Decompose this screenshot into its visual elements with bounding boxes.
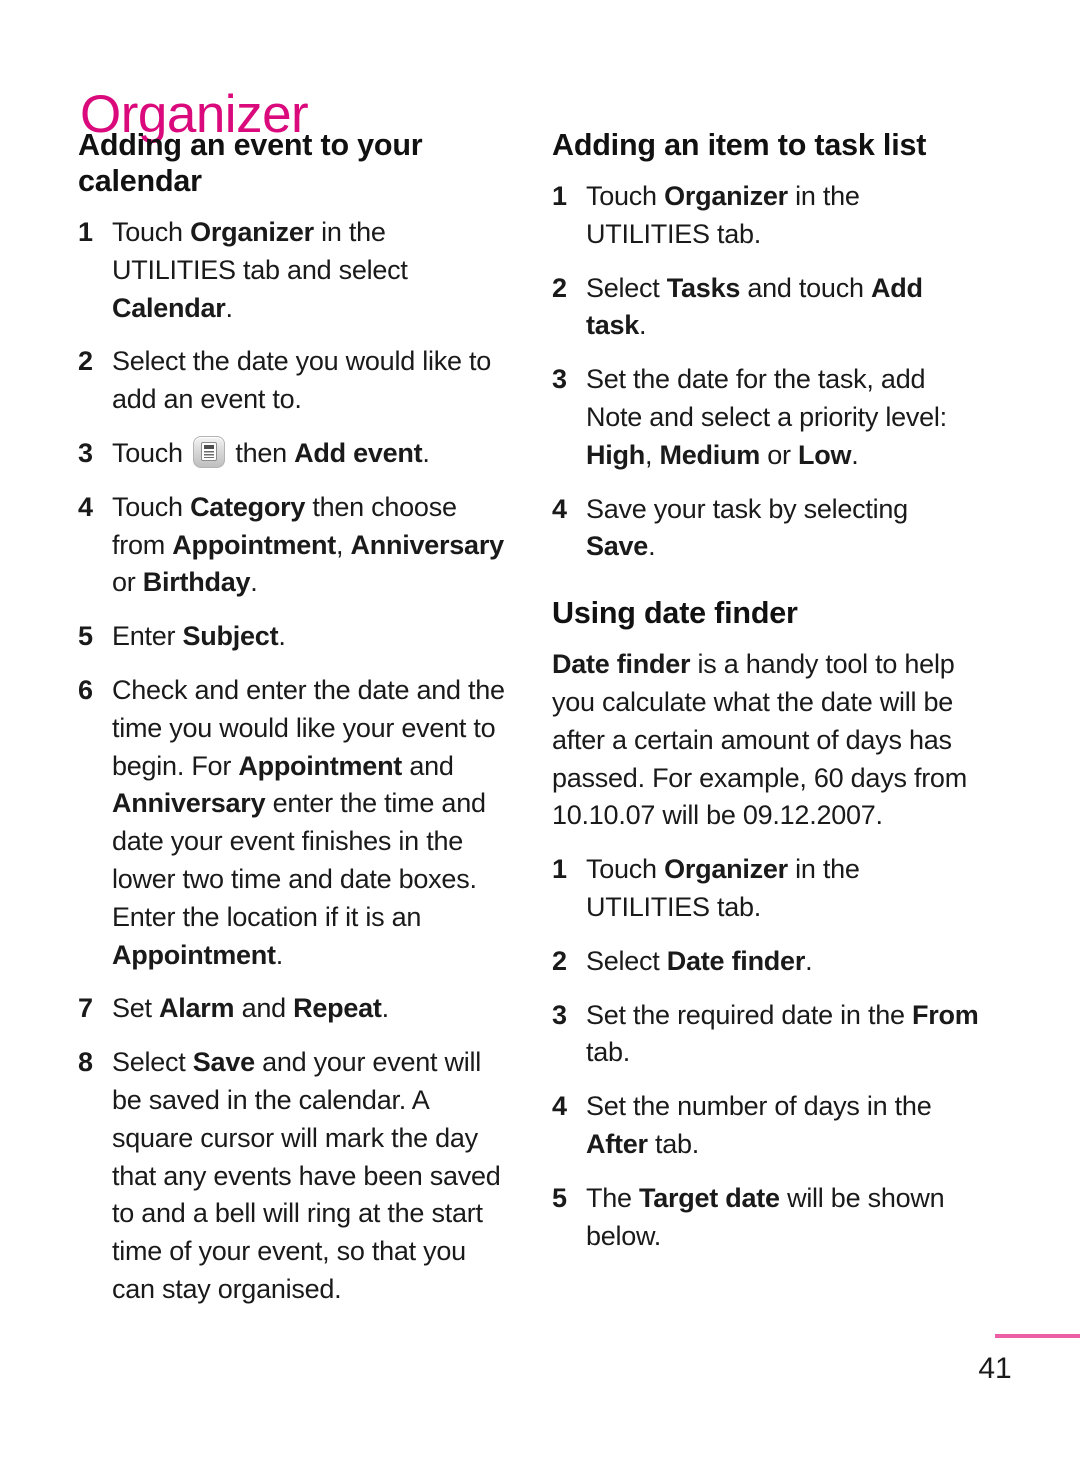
- emphasis-term: Target date: [639, 1182, 780, 1213]
- emphasis-term: Alarm: [159, 993, 235, 1024]
- list-item: 1 Touch Organizer in the UTILITIES tab an…: [78, 214, 508, 327]
- emphasis-term: Subject: [182, 621, 279, 652]
- step-text: Set the date for the task, add Note and …: [586, 364, 947, 470]
- date-finder-description: Date finder is a handy tool to help you …: [552, 649, 967, 831]
- list-item: 5 The Target date will be shown below.: [552, 1180, 982, 1256]
- emphasis-term: Add task: [586, 272, 923, 341]
- emphasis-term: Add event: [294, 437, 423, 468]
- steps-date-finder: 1 Touch Organizer in the UTILITIES tab. 2 S…: [552, 851, 982, 1255]
- step-text: Touch Organizer in the UTILITIES tab and…: [112, 216, 408, 323]
- step-number: 6: [78, 674, 93, 705]
- step-text: Touch Category then choose from Appointm…: [112, 491, 505, 598]
- left-column: Adding an event to your calendar 1 Touch …: [78, 128, 508, 1309]
- emphasis-term: Organizer: [664, 854, 788, 885]
- list-item: 1 Touch Organizer in the UTILITIES tab.: [552, 851, 982, 927]
- step-text: Select Tasks and touch Add task.: [586, 272, 923, 341]
- emphasis-term: Appointment: [172, 529, 336, 560]
- section-heading-adding-event: Adding an event to your calendar: [78, 128, 423, 198]
- list-item: 3 Touch then Add event.: [78, 435, 508, 473]
- step-number: 1: [552, 854, 567, 885]
- emphasis-term: Anniversary: [112, 788, 266, 819]
- emphasis-term: Category: [190, 491, 306, 522]
- list-item: 6 Check and enter the date and the time y…: [78, 672, 508, 974]
- step-text: Select Date finder.: [586, 945, 813, 976]
- steps-adding-task: 1 Touch Organizer in the UTILITIES tab. 2 S…: [552, 178, 982, 566]
- emphasis-term: Appointment: [238, 750, 403, 781]
- step-number: 2: [78, 346, 93, 377]
- step-number: 2: [552, 945, 567, 976]
- step-number: 5: [552, 1182, 567, 1213]
- step-number: 4: [552, 1091, 567, 1122]
- step-text: Save your task by selecting Save.: [586, 493, 908, 562]
- right-column: Adding an item to task list 1 Touch Organ…: [552, 128, 982, 1255]
- list-item: 8 Select Save and your event will be save…: [78, 1044, 508, 1309]
- emphasis-term: Medium: [659, 439, 761, 470]
- emphasis-term: Tasks: [666, 272, 741, 303]
- list-item: 3 Set the date for the task, add Note and…: [552, 361, 982, 474]
- step-text: Set the number of days in the After tab.: [586, 1091, 932, 1159]
- emphasis-term: From: [911, 999, 979, 1030]
- step-text: The Target date will be shown below.: [586, 1182, 945, 1251]
- emphasis-term: Save: [586, 531, 649, 562]
- list-item: 2 Select the date you would like to add a…: [78, 343, 508, 419]
- emphasis-term: Date finder: [666, 945, 806, 976]
- list-item: 4 Set the number of days in the After tab…: [552, 1088, 982, 1164]
- step-number: 4: [78, 491, 93, 522]
- step-text: Touch Organizer in the UTILITIES tab.: [586, 854, 860, 922]
- list-item: 2 Select Tasks and touch Add task.: [552, 270, 982, 346]
- step-text: Select Save and your event will be saved…: [112, 1047, 501, 1304]
- list-item: 1 Touch Organizer in the UTILITIES tab.: [552, 178, 982, 254]
- section-heading-date-finder: Using date finder: [552, 596, 798, 631]
- emphasis-term: Repeat: [293, 993, 382, 1024]
- section-heading-adding-task: Adding an item to task list: [552, 128, 927, 162]
- step-number: 3: [552, 364, 567, 395]
- list-item: 3 Set the required date in the From tab.: [552, 997, 982, 1073]
- step-number: 1: [552, 180, 567, 211]
- menu-options-glyph: [201, 441, 218, 461]
- emphasis-term: Calendar: [112, 292, 226, 323]
- list-item: 2 Select Date finder.: [552, 943, 982, 981]
- list-item: 7 Set Alarm and Repeat.: [78, 990, 508, 1028]
- step-number: 3: [78, 437, 93, 468]
- step-number: 3: [552, 999, 567, 1030]
- step-text: Set Alarm and Repeat.: [112, 993, 389, 1024]
- emphasis-term: Organizer: [190, 216, 314, 247]
- step-number: 5: [78, 621, 93, 652]
- manual-page: Organizer Adding an event to your calend…: [0, 0, 1080, 1460]
- step-number: 8: [78, 1047, 93, 1078]
- step-text: Check and enter the date and the time yo…: [112, 674, 505, 970]
- steps-adding-event: 1 Touch Organizer in the UTILITIES tab an…: [78, 214, 508, 1309]
- emphasis-term: Organizer: [664, 180, 788, 211]
- emphasis-term: Low: [798, 439, 852, 470]
- step-number: 2: [552, 272, 567, 303]
- step-number: 4: [552, 493, 567, 524]
- footer-rule: [995, 1334, 1080, 1338]
- menu-options-icon: [193, 435, 226, 468]
- emphasis-term: After: [586, 1128, 648, 1159]
- page-number: 41: [978, 1352, 1012, 1385]
- step-text: Set the required date in the From tab.: [586, 999, 979, 1068]
- step-number: 1: [78, 216, 93, 247]
- list-item: 4 Touch Category then choose from Appoint…: [78, 489, 508, 602]
- step-text: Touch Organizer in the UTILITIES tab.: [586, 180, 860, 249]
- list-item: 4 Save your task by selecting Save.: [552, 491, 982, 567]
- emphasis-term: Anniversary: [350, 529, 505, 560]
- emphasis-term: Date finder: [552, 649, 691, 680]
- emphasis-term: Birthday: [142, 567, 251, 598]
- step-number: 7: [78, 993, 93, 1024]
- emphasis-term: High: [586, 439, 645, 470]
- emphasis-term: Appointment: [112, 939, 276, 970]
- list-item: 5 Enter Subject.: [78, 618, 508, 656]
- emphasis-term: Save: [192, 1047, 255, 1078]
- step-text: Select the date you would like to add an…: [112, 346, 491, 415]
- step-text: Touch then Add event.: [112, 435, 430, 468]
- step-text: Enter Subject.: [112, 621, 286, 652]
